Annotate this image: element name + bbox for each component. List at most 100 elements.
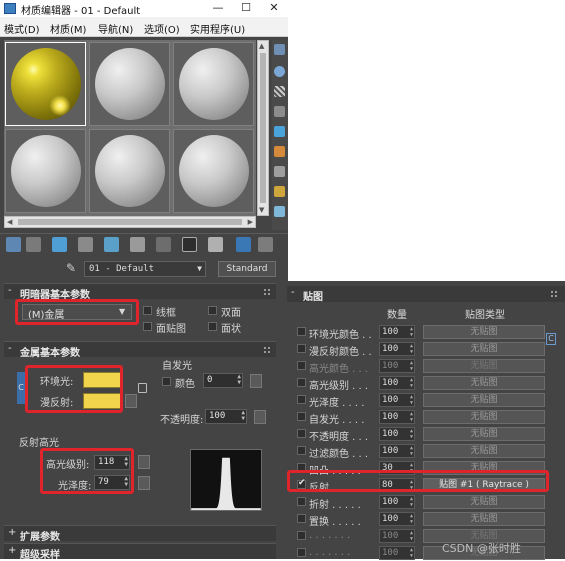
spinner-arrows-icon[interactable]: ▲ ▼ [124, 456, 128, 468]
delete-icon[interactable] [78, 237, 93, 252]
select-by-material-icon[interactable] [274, 186, 285, 197]
sample-slot-6[interactable] [173, 129, 254, 213]
wire-checkbox[interactable] [143, 306, 152, 315]
video-color-check-icon[interactable] [274, 126, 285, 137]
map-amount-spinner[interactable]: 100 ▲ ▼ [379, 444, 415, 458]
minimize-button[interactable]: — [204, 0, 232, 17]
map-amount-spinner[interactable]: 100 ▲ ▼ [379, 376, 415, 390]
eyedropper-icon[interactable]: ✎ [66, 261, 79, 276]
make-preview-icon[interactable] [274, 146, 285, 157]
material-name-field[interactable]: 01 - Default ▼ [84, 261, 206, 277]
map-slot-button[interactable]: 无贴图 [423, 393, 545, 407]
maps-rollout-header[interactable]: - 贴图 [287, 286, 565, 303]
put-to-library-icon[interactable] [156, 237, 171, 252]
sample-slot-2[interactable] [89, 42, 170, 126]
ambient-color-swatch[interactable] [83, 372, 121, 388]
make-unique-icon[interactable] [130, 237, 145, 252]
map-amount-spinner[interactable]: 100 ▲ ▼ [379, 512, 415, 526]
map-enable-checkbox[interactable] [297, 463, 306, 472]
spinner-arrows-icon[interactable]: ▲ ▼ [410, 326, 413, 338]
spinner-arrows-icon[interactable]: ▲ ▼ [237, 374, 241, 386]
self-illum-color-checkbox[interactable] [162, 377, 171, 386]
menu-material[interactable]: 材质(M) [50, 21, 86, 36]
get-material-icon[interactable] [6, 237, 21, 252]
spinner-arrows-icon[interactable]: ▲ ▼ [124, 476, 128, 488]
faceted-checkbox[interactable] [208, 322, 217, 331]
map-slot-button[interactable]: 无贴图 [423, 427, 545, 441]
map-amount-spinner[interactable]: 100 ▲ ▼ [379, 410, 415, 424]
map-slot-button[interactable]: 无贴图 [423, 342, 545, 356]
make-copy-icon[interactable] [104, 237, 119, 252]
options-icon[interactable] [274, 166, 285, 177]
shader-basic-params-header[interactable]: - 明暗器基本参数 [4, 283, 276, 301]
slots-vertical-scrollbar[interactable]: ▲ ▼ [257, 40, 269, 216]
spinner-arrows-icon[interactable]: ▲ ▼ [410, 462, 413, 474]
lock-ambient-diffuse-marker[interactable]: C [17, 372, 25, 404]
spinner-arrows-icon[interactable]: ▲ ▼ [410, 513, 413, 525]
assign-to-selection-icon[interactable] [52, 237, 67, 252]
spinner-arrows-icon[interactable]: ▲ ▼ [410, 530, 413, 542]
metal-basic-params-header[interactable]: - 金属基本参数 [4, 341, 276, 359]
close-button[interactable]: ✕ [260, 0, 288, 17]
spinner-arrows-icon[interactable]: ▲ ▼ [410, 411, 413, 423]
spec-level-map-button[interactable] [138, 455, 150, 469]
sample-type-icon[interactable] [274, 44, 285, 55]
spinner-arrows-icon[interactable]: ▲ ▼ [410, 394, 413, 406]
spinner-arrows-icon[interactable]: ▲ ▼ [410, 547, 413, 559]
map-enable-checkbox[interactable] [297, 378, 306, 387]
scrollbar-thumb[interactable] [18, 219, 242, 225]
maximize-button[interactable]: ☐ [232, 0, 260, 17]
opacity-spinner[interactable]: 100 ▲ ▼ [205, 409, 247, 424]
show-map-icon[interactable] [208, 237, 223, 252]
sample-slot-4[interactable] [5, 129, 86, 213]
spec-level-spinner[interactable]: 118 ▲ ▼ [94, 455, 130, 470]
show-end-result-icon[interactable] [236, 237, 251, 252]
spinner-arrows-icon[interactable]: ▲ ▼ [241, 410, 245, 422]
scroll-left-arrow-icon[interactable]: ◀ [7, 218, 12, 226]
map-enable-checkbox[interactable] [297, 429, 306, 438]
map-amount-spinner[interactable]: 100 ▲ ▼ [379, 342, 415, 356]
map-amount-spinner[interactable]: 100 ▲ ▼ [379, 495, 415, 509]
map-slot-button[interactable]: 无贴图 [423, 410, 545, 424]
menu-mode[interactable]: 模式(D) [4, 21, 40, 36]
map-enable-checkbox[interactable] [297, 344, 306, 353]
map-enable-checkbox[interactable] [297, 361, 306, 370]
title-bar[interactable]: 材质编辑器 - 01 - Default — ☐ ✕ [0, 0, 288, 17]
self-illum-map-button[interactable] [250, 374, 262, 388]
map-slot-button[interactable]: 无贴图 [423, 376, 545, 390]
supersampling-header[interactable]: + 超级采样 [4, 543, 276, 561]
map-amount-spinner[interactable]: 100 ▲ ▼ [379, 546, 415, 560]
spinner-arrows-icon[interactable]: ▲ ▼ [410, 377, 413, 389]
lock-icon[interactable] [138, 383, 147, 393]
slots-horizontal-scrollbar[interactable]: ◀ ▶ [4, 216, 256, 228]
extended-params-header[interactable]: + 扩展参数 [4, 525, 276, 543]
map-enable-checkbox[interactable] [297, 497, 306, 506]
material-id-channel-icon[interactable] [182, 237, 197, 252]
map-enable-checkbox[interactable] [297, 531, 306, 540]
material-map-navigator-icon[interactable] [274, 206, 285, 217]
map-enable-checkbox[interactable] [297, 478, 306, 489]
sample-slot-1[interactable] [5, 42, 86, 126]
scroll-up-arrow-icon[interactable]: ▲ [259, 42, 264, 50]
map-slot-button[interactable]: 无贴图 [423, 495, 545, 509]
map-slot-button[interactable]: 无贴图 [423, 325, 545, 339]
spinner-arrows-icon[interactable]: ▲ ▼ [410, 360, 413, 372]
spinner-arrows-icon[interactable]: ▲ ▼ [410, 445, 413, 457]
background-pattern-icon[interactable] [274, 86, 285, 97]
map-amount-spinner[interactable]: 100 ▲ ▼ [379, 529, 415, 543]
spinner-arrows-icon[interactable]: ▲ ▼ [410, 479, 413, 491]
scrollbar-thumb[interactable] [260, 53, 266, 203]
scroll-down-arrow-icon[interactable]: ▼ [259, 206, 264, 214]
diffuse-color-swatch[interactable] [83, 393, 121, 409]
map-amount-spinner[interactable]: 100 ▲ ▼ [379, 359, 415, 373]
glossiness-spinner[interactable]: 79 ▲ ▼ [94, 475, 130, 490]
map-amount-spinner[interactable]: 100 ▲ ▼ [379, 393, 415, 407]
map-amount-spinner[interactable]: 80 ▲ ▼ [379, 478, 415, 492]
map-enable-checkbox[interactable] [297, 412, 306, 421]
diffuse-map-button[interactable] [125, 394, 137, 408]
menu-navigation[interactable]: 导航(N) [98, 21, 133, 36]
map-slot-button[interactable]: 无贴图 [423, 444, 545, 458]
uv-tiling-icon[interactable] [274, 106, 285, 117]
map-enable-checkbox[interactable] [297, 446, 306, 455]
face-map-checkbox[interactable] [143, 322, 152, 331]
